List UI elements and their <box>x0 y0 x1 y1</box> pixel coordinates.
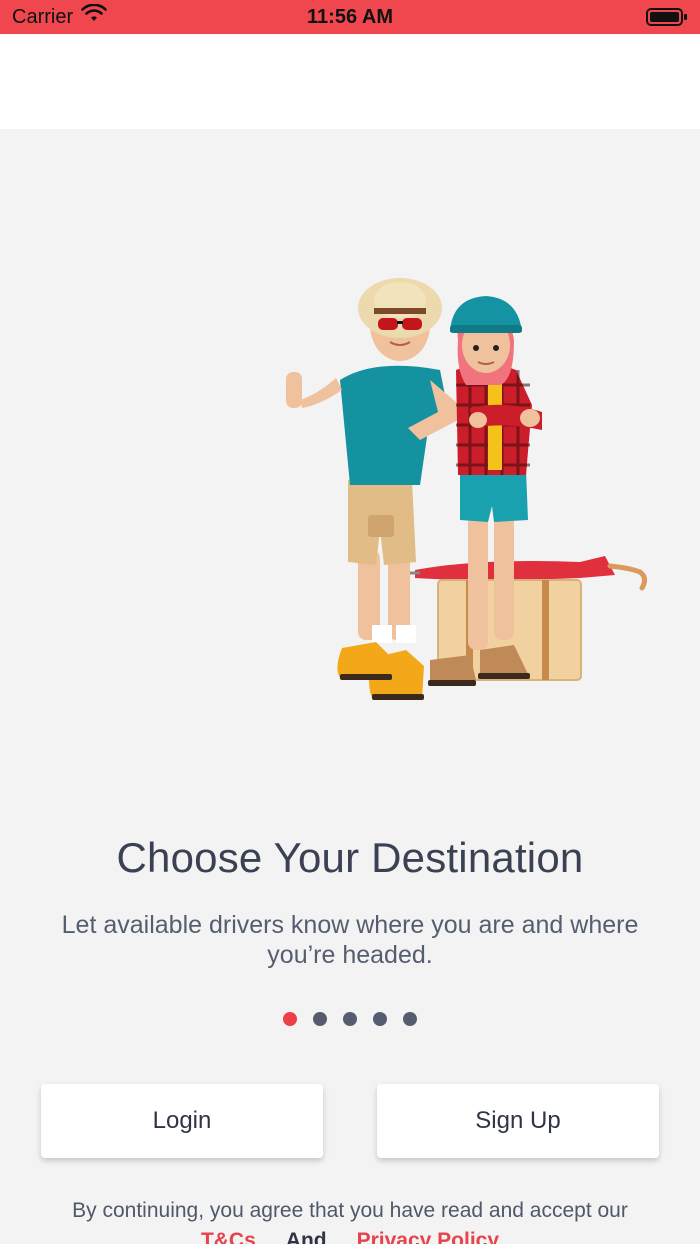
page-dot-2[interactable] <box>313 1012 327 1026</box>
onboarding-subtitle: Let available drivers know where you are… <box>61 911 639 969</box>
status-left: Carrier <box>12 3 107 30</box>
terms-link[interactable]: T&Cs <box>201 1226 256 1244</box>
travelers-illustration <box>280 270 660 710</box>
login-button[interactable]: Login <box>41 1084 323 1158</box>
page-dot-5[interactable] <box>403 1012 417 1026</box>
and-text: And <box>285 1229 327 1244</box>
wifi-icon <box>81 3 107 30</box>
login-button-label: Login <box>152 1107 212 1134</box>
signup-button-label: Sign Up <box>475 1107 561 1134</box>
privacy-policy-link[interactable]: Privacy Policy <box>357 1226 499 1244</box>
onboarding-title: Choose Your Destination <box>116 834 584 881</box>
page-dot-1[interactable] <box>283 1012 297 1026</box>
battery-icon <box>646 7 688 27</box>
carrier-label: Carrier <box>12 5 74 28</box>
status-bar: Carrier 11:56 AM <box>0 0 700 34</box>
page-dot-3[interactable] <box>343 1012 357 1026</box>
agree-text: By continuing, you agree that you have r… <box>72 1199 628 1222</box>
terms-footer: By continuing, you agree that you have r… <box>0 1196 700 1244</box>
top-nav-bar <box>0 34 700 129</box>
onboarding-screen: Carrier 11:56 AM Choose Your Destination… <box>0 0 700 1244</box>
page-indicator[interactable] <box>0 1012 700 1026</box>
man-figure <box>286 278 458 700</box>
page-dot-4[interactable] <box>373 1012 387 1026</box>
footer-links: T&Cs And Privacy Policy <box>0 1226 700 1244</box>
signup-button[interactable]: Sign Up <box>377 1084 659 1158</box>
